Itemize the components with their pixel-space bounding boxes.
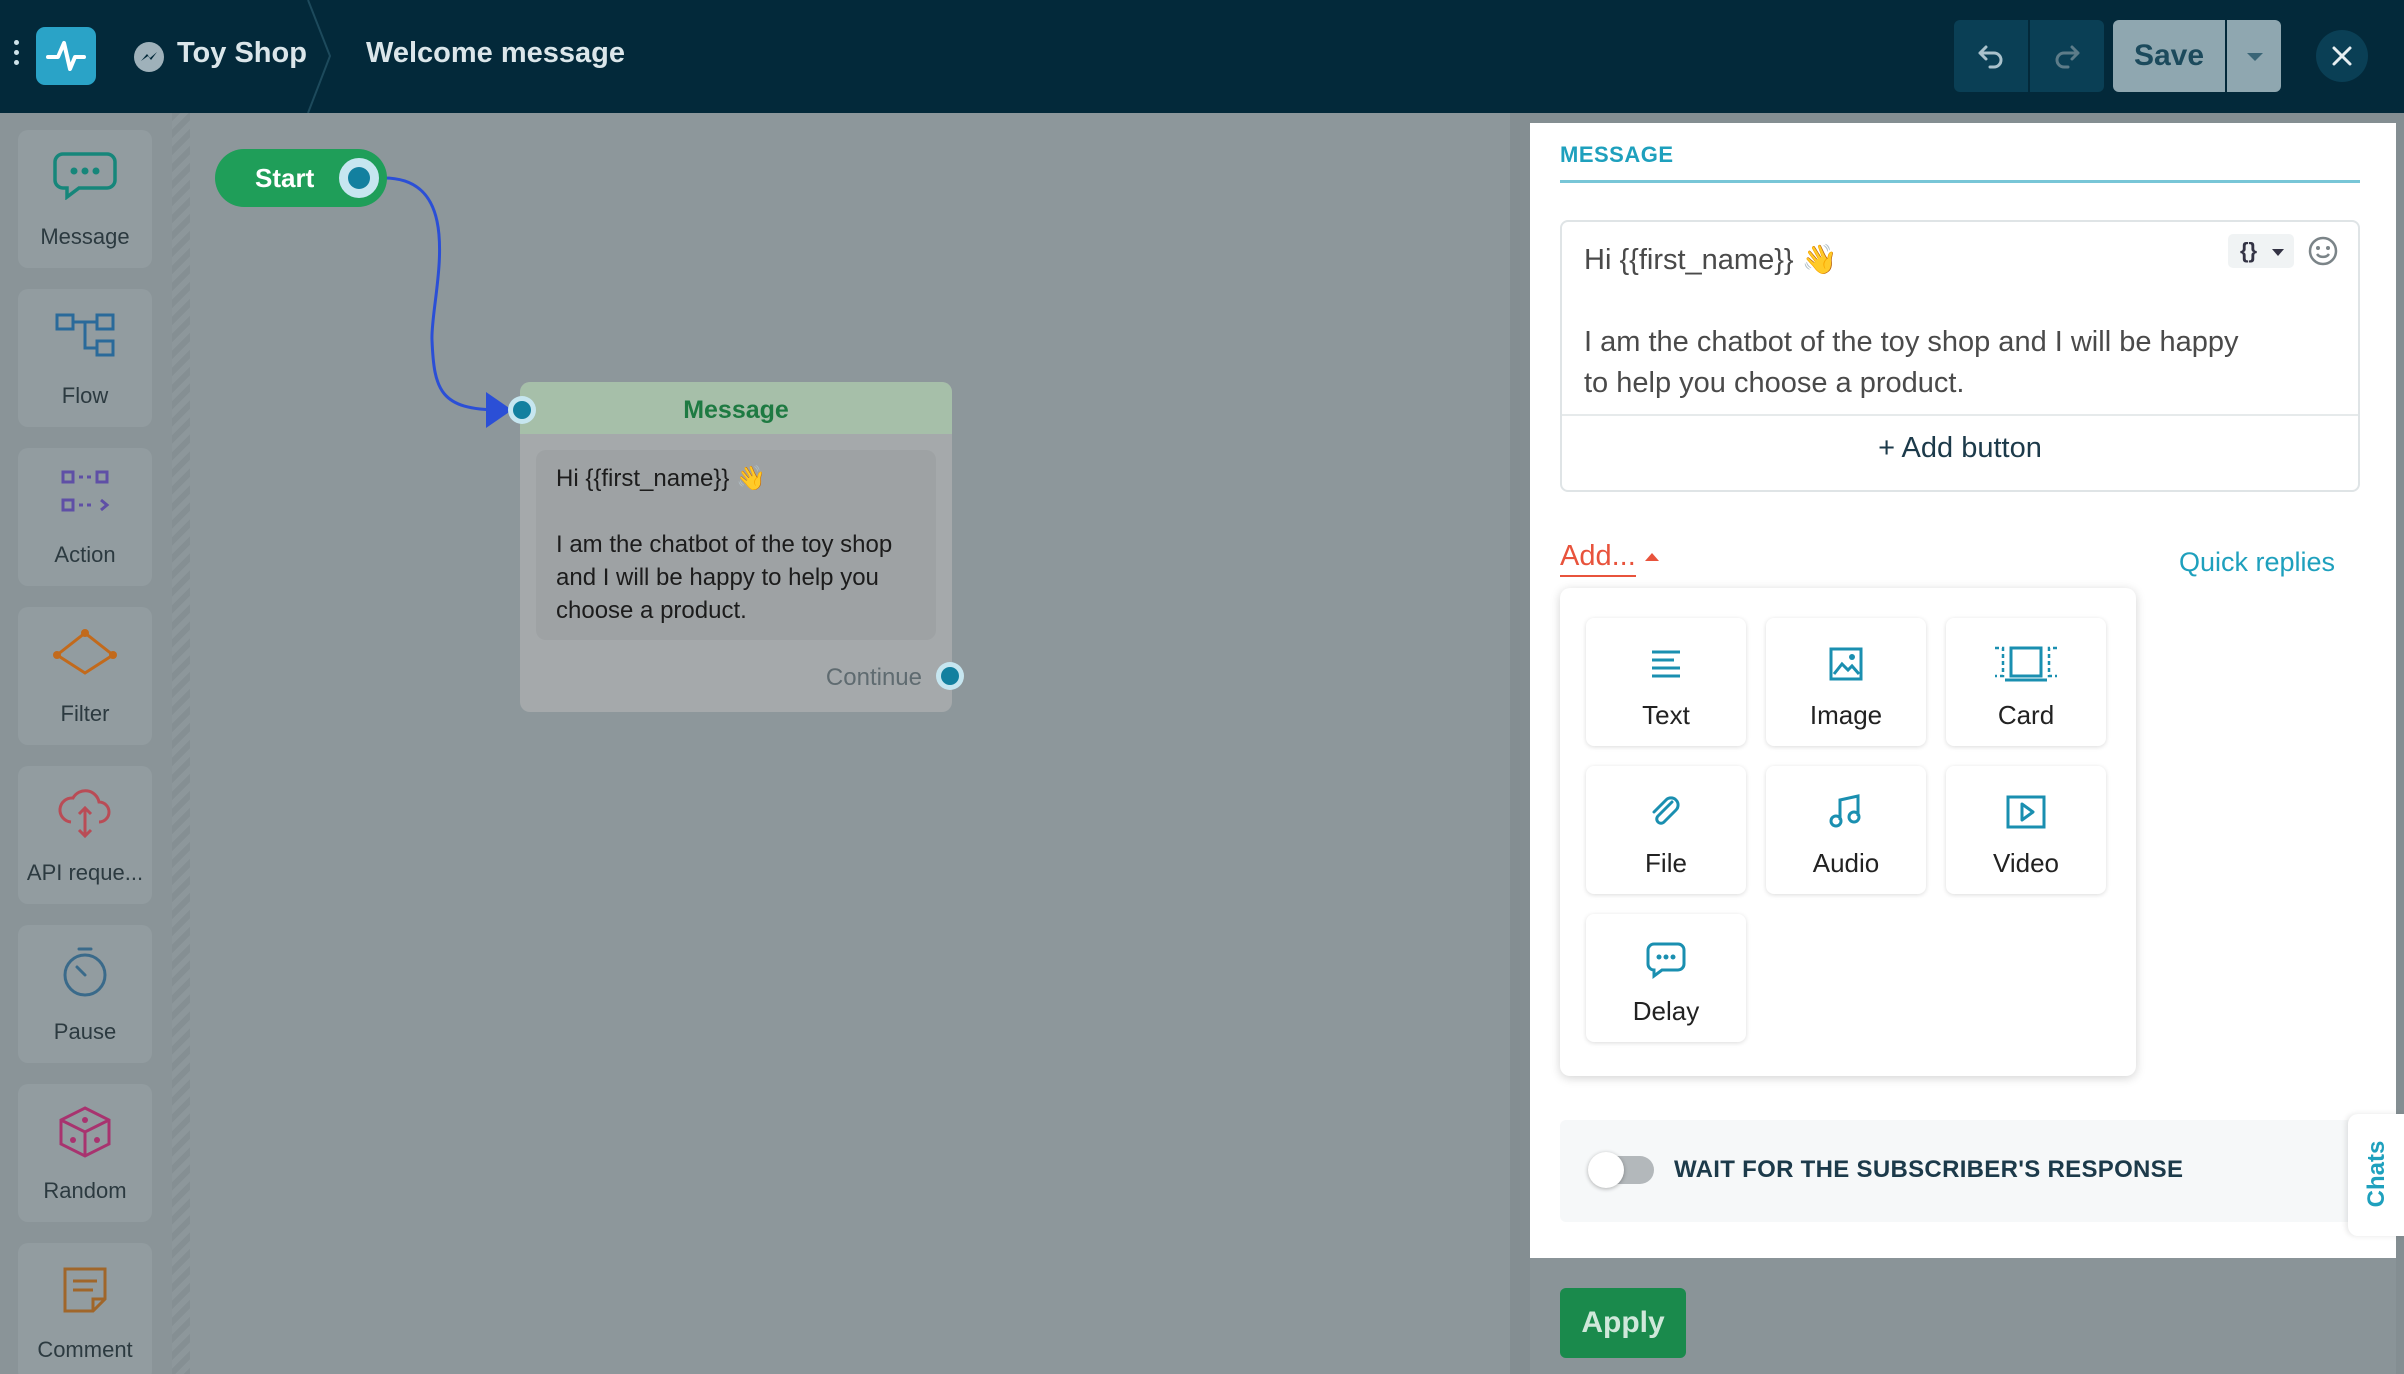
typing-bubble-icon: [1646, 942, 1686, 979]
tool-pause[interactable]: Pause: [18, 925, 152, 1063]
content-type-audio[interactable]: Audio: [1766, 766, 1926, 894]
node-message-text: Hi {{first_name}} 👋 I am the chatbot of …: [536, 450, 936, 640]
filter-icon: [53, 629, 117, 675]
bot-name[interactable]: Toy Shop: [177, 37, 307, 70]
node-title: Message: [520, 382, 952, 434]
tool-label: Flow: [61, 383, 109, 408]
add-button-button[interactable]: + Add button: [1562, 418, 2358, 490]
message-icon: [53, 152, 117, 200]
add-menu-underline: [1560, 575, 1636, 577]
image-icon: [1829, 647, 1863, 681]
apply-button[interactable]: Apply: [1560, 1288, 1686, 1358]
content-type-card[interactable]: Card: [1946, 618, 2106, 746]
content-type-label: Video: [1992, 848, 2060, 878]
flow-name: Welcome message: [366, 37, 625, 69]
chats-tab-label: Chats: [2363, 1140, 2390, 1208]
content-type-popup: Text Image Card File Audio Video Delay: [1560, 588, 2136, 1076]
api-icon: [58, 789, 111, 839]
undo-button[interactable]: [1954, 20, 2028, 92]
logo-icon[interactable]: [36, 27, 96, 85]
video-icon: [2006, 795, 2046, 829]
save-button[interactable]: Save: [2113, 20, 2225, 92]
wait-response-row: WAIT FOR THE SUBSCRIBER'S RESPONSE: [1560, 1120, 2360, 1222]
card-icon: [1995, 646, 2057, 682]
redo-button[interactable]: [2030, 20, 2104, 92]
tool-label: Filter: [60, 701, 110, 726]
chevron-down-icon: [2247, 53, 2263, 61]
tool-comment[interactable]: Comment: [18, 1243, 152, 1374]
tool-flow[interactable]: Flow: [18, 289, 152, 427]
menu-dots-icon[interactable]: [10, 40, 22, 70]
content-type-label: Audio: [1812, 848, 1880, 878]
tool-sidebar: Message Flow Action Filter API reque... …: [0, 113, 172, 1374]
content-type-file[interactable]: File: [1586, 766, 1746, 894]
add-content-menu[interactable]: Add...: [1560, 540, 1636, 573]
message-textarea[interactable]: Hi {{first_name}} 👋 I am the chatbot of …: [1584, 240, 2244, 404]
tool-label: API reque...: [26, 860, 144, 885]
message-editor[interactable]: Hi {{first_name}} 👋 I am the chatbot of …: [1560, 220, 2360, 492]
tool-action[interactable]: Action: [18, 448, 152, 586]
content-type-image[interactable]: Image: [1766, 618, 1926, 746]
tool-filter[interactable]: Filter: [18, 607, 152, 745]
variable-icon: {}: [2240, 238, 2258, 263]
content-type-label: Image: [1809, 700, 1883, 730]
editor-divider: [1562, 414, 2358, 416]
emoji-icon[interactable]: [2306, 234, 2340, 268]
caret-up-icon: [1645, 553, 1659, 561]
save-dropdown-button[interactable]: [2227, 20, 2281, 92]
content-type-delay[interactable]: Delay: [1586, 914, 1746, 1042]
flow-icon: [55, 313, 115, 357]
content-type-video[interactable]: Video: [1946, 766, 2106, 894]
sidebar-edge: [172, 113, 190, 1374]
top-bar: Toy Shop Welcome message Save: [0, 0, 2404, 113]
undo-icon: [1978, 45, 2003, 69]
close-button[interactable]: [2316, 30, 2368, 82]
tool-random[interactable]: Random: [18, 1084, 152, 1222]
node-input-port[interactable]: [508, 396, 536, 424]
wait-response-label: WAIT FOR THE SUBSCRIBER'S RESPONSE: [1674, 1156, 2184, 1183]
music-note-icon: [1829, 794, 1861, 828]
start-output-port[interactable]: [339, 158, 379, 198]
tool-label: Action: [54, 542, 116, 567]
section-title: MESSAGE: [1560, 142, 1674, 167]
text-icon: [1652, 650, 1680, 678]
tool-api-request[interactable]: API reque...: [18, 766, 152, 904]
tool-label: Pause: [53, 1019, 117, 1044]
close-icon: [2332, 46, 2352, 66]
tool-label: Comment: [37, 1337, 133, 1362]
message-node[interactable]: Message Hi {{first_name}} 👋 I am the cha…: [520, 382, 952, 712]
comment-icon: [63, 1267, 107, 1313]
wait-response-toggle[interactable]: [1588, 1152, 1654, 1188]
node-continue-port[interactable]: [936, 662, 964, 690]
content-type-label: Card: [1997, 700, 2055, 730]
section-divider: [1560, 180, 2360, 183]
pause-icon: [63, 947, 107, 997]
random-icon: [59, 1106, 111, 1158]
content-type-label: File: [1645, 848, 1687, 878]
tool-label: Message: [40, 224, 130, 249]
tool-message[interactable]: Message: [18, 130, 152, 268]
tool-label: Random: [43, 1178, 127, 1203]
chevron-down-icon: [2272, 249, 2284, 256]
flow-canvas[interactable]: [190, 113, 1510, 1374]
node-continue-label: Continue: [825, 664, 922, 691]
content-type-text[interactable]: Text: [1586, 618, 1746, 746]
content-type-label: Delay: [1632, 996, 1700, 1026]
content-type-label: Text: [1642, 700, 1690, 730]
redo-icon: [2055, 45, 2080, 69]
paperclip-icon: [1652, 796, 1680, 825]
action-icon: [61, 470, 110, 512]
breadcrumb-separator: [307, 0, 332, 113]
messenger-icon: [134, 42, 164, 72]
quick-replies-button[interactable]: Quick replies: [2154, 536, 2360, 588]
chats-tab[interactable]: Chats: [2348, 1114, 2404, 1236]
insert-variable-button[interactable]: {}: [2228, 234, 2294, 268]
